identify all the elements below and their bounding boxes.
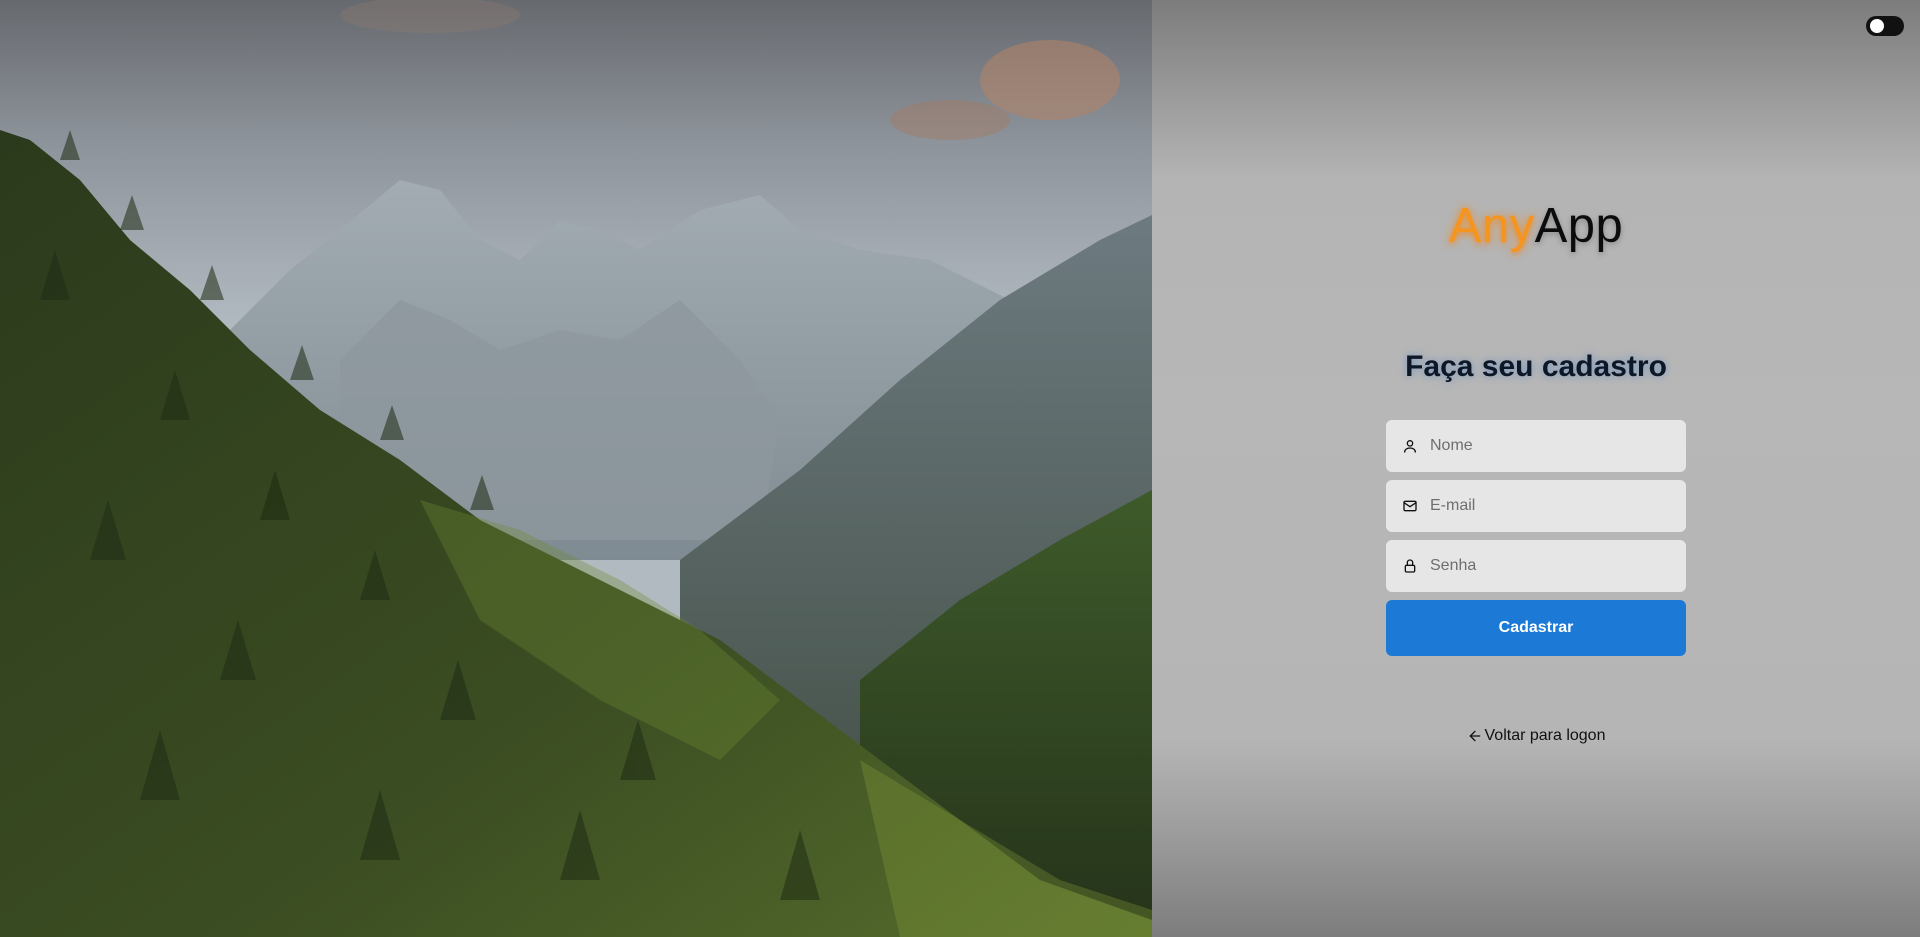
landscape-illustration xyxy=(0,0,1152,937)
submit-button[interactable]: Cadastrar xyxy=(1386,600,1686,656)
logo-any: Any xyxy=(1448,199,1535,253)
lock-icon xyxy=(1402,558,1418,574)
email-input[interactable] xyxy=(1428,479,1686,533)
arrow-left-icon xyxy=(1467,728,1483,744)
mail-icon xyxy=(1402,498,1418,514)
app-logo: AnyApp xyxy=(1152,198,1920,254)
back-link-label: Voltar para logon xyxy=(1484,727,1606,744)
name-input[interactable] xyxy=(1428,419,1686,473)
password-input[interactable] xyxy=(1428,539,1686,593)
signup-page: AnyApp Faça seu cadastro Nome E-mail Cad… xyxy=(0,0,1920,937)
password-field[interactable] xyxy=(1386,539,1686,593)
email-field[interactable] xyxy=(1386,479,1686,533)
signup-panel: AnyApp Faça seu cadastro Nome E-mail Cad… xyxy=(1152,0,1920,937)
user-icon xyxy=(1402,438,1418,454)
back-to-logon-link[interactable]: Voltar para logon xyxy=(1152,727,1920,745)
logo-app: App xyxy=(1534,199,1624,253)
theme-toggle[interactable] xyxy=(1866,16,1904,36)
name-field[interactable] xyxy=(1386,419,1686,473)
signup-form: Cadastrar xyxy=(1386,419,1686,656)
toggle-knob xyxy=(1870,19,1884,33)
hero-landscape-image xyxy=(0,0,1152,937)
form-title: Faça seu cadastro xyxy=(1405,350,1667,383)
